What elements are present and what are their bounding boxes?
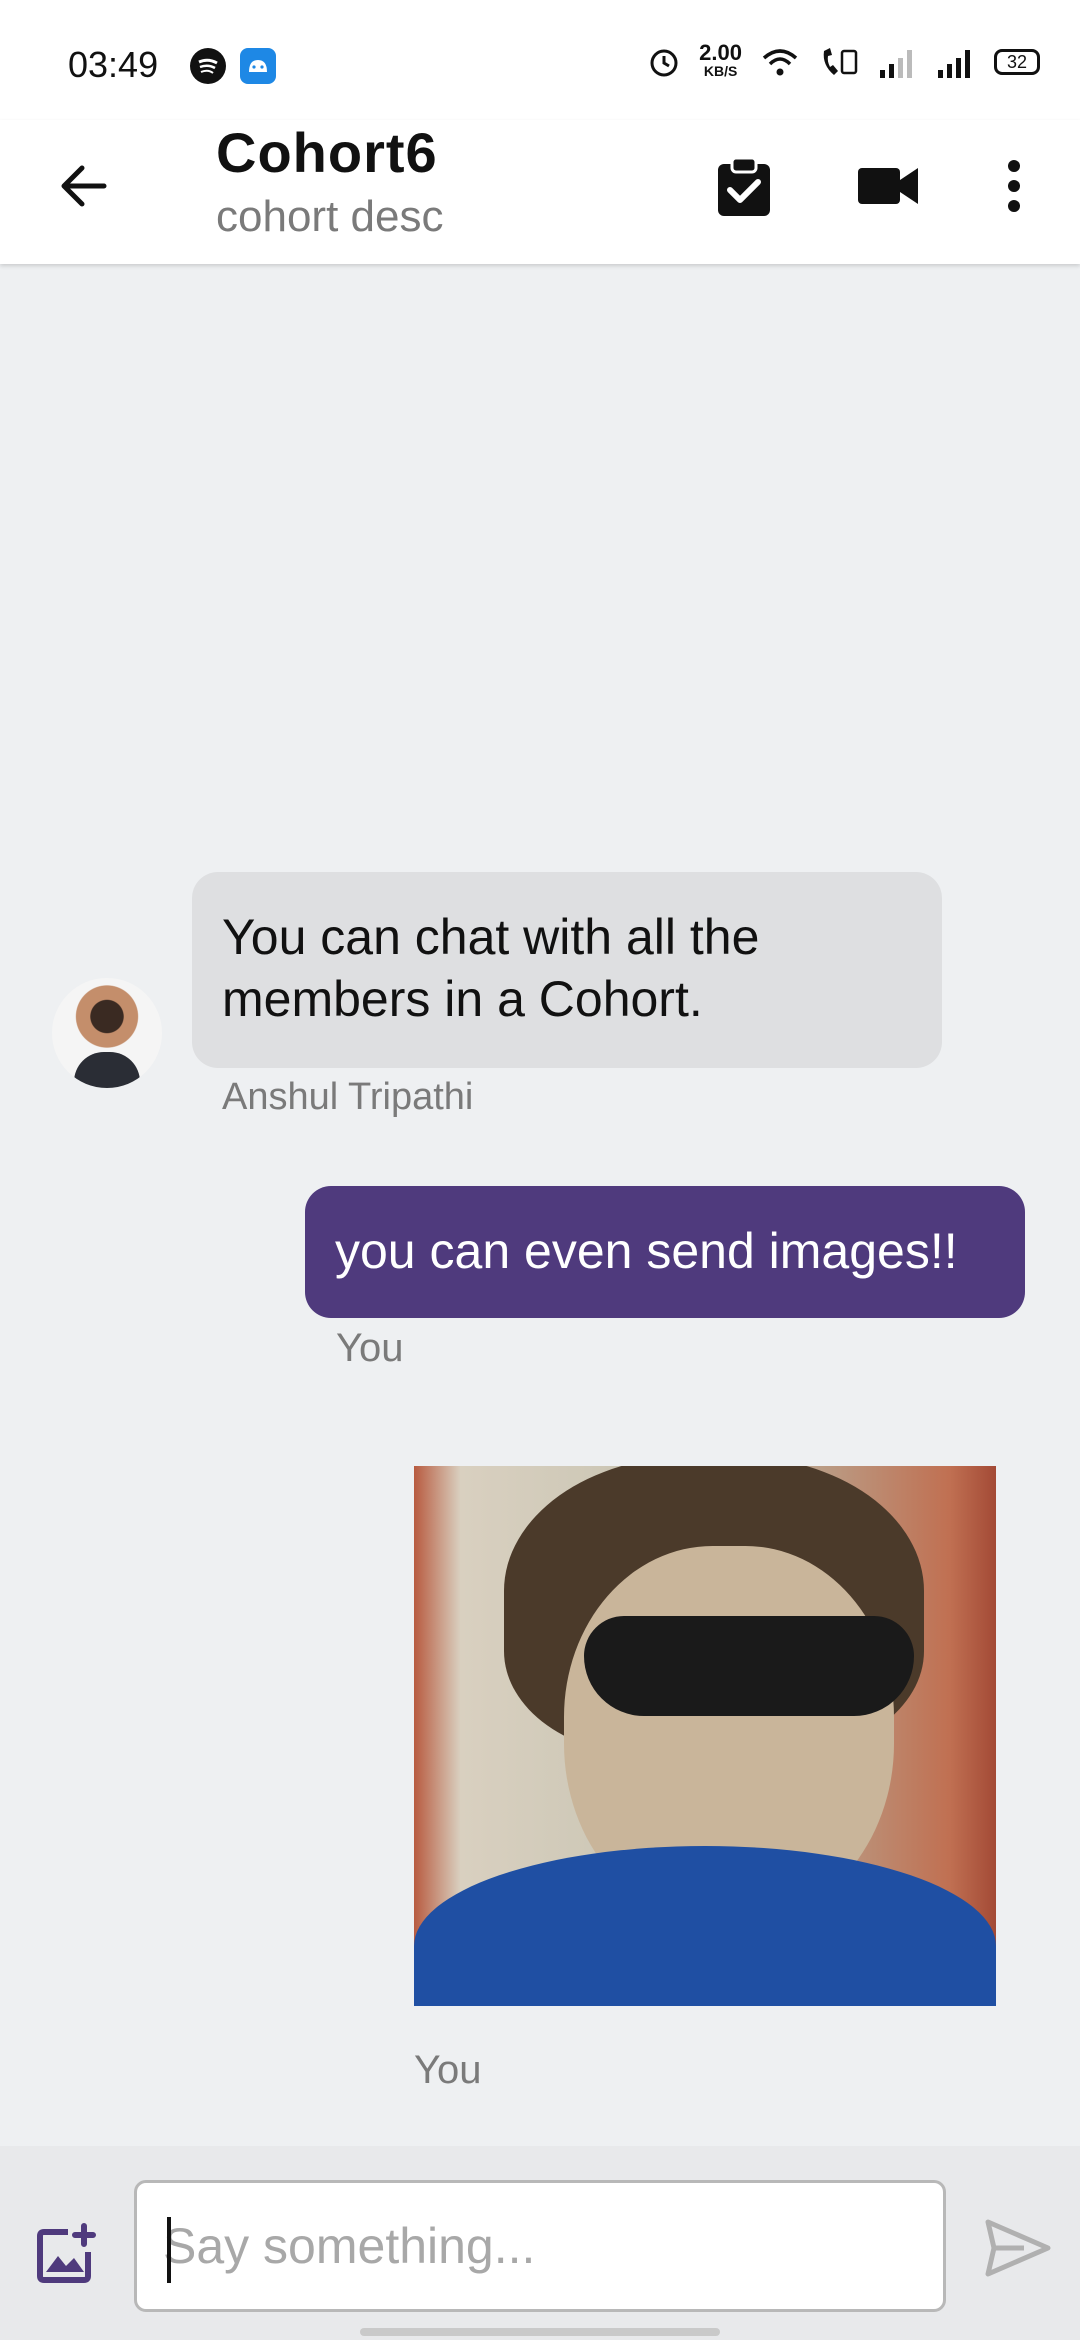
image-message[interactable] <box>414 1466 996 2006</box>
message-sender: You <box>414 2048 482 2092</box>
message-input[interactable] <box>137 2183 943 2309</box>
android-app-icon <box>240 48 276 84</box>
send-icon <box>985 2219 1051 2277</box>
signal-weak-icon <box>880 50 912 78</box>
net-speed-unit: KB/S <box>703 63 738 79</box>
back-button[interactable] <box>48 150 120 222</box>
task-check-icon <box>718 156 770 216</box>
incoming-message-bubble[interactable]: You can chat with all the members in a C… <box>192 872 942 1068</box>
spotify-icon <box>190 48 226 84</box>
alarm-icon <box>650 49 678 77</box>
app-bar: Cohort6 cohort desc <box>0 120 1080 264</box>
net-speed: 2.00 KB/S <box>699 40 742 80</box>
status-bar: 03:49 2.00 KB/S 32 <box>0 0 1080 120</box>
status-icons: 2.00 KB/S 32 <box>647 40 1040 80</box>
text-caret <box>167 2217 171 2283</box>
battery-icon: 32 <box>994 49 1040 75</box>
net-speed-value: 2.00 <box>699 40 742 65</box>
tasks-button[interactable] <box>708 150 780 222</box>
back-arrow-icon <box>61 165 107 207</box>
video-call-icon <box>858 168 918 204</box>
image-content <box>414 1846 996 2006</box>
video-call-button[interactable] <box>852 150 924 222</box>
more-options-button[interactable] <box>978 150 1050 222</box>
message-sender: You <box>336 1326 404 1370</box>
message-input-wrapper <box>134 2180 946 2312</box>
message-sender: Anshul Tripathi <box>222 1076 474 1118</box>
signal-strong-icon <box>938 50 970 78</box>
avatar-shirt <box>74 1052 140 1088</box>
page-subtitle: cohort desc <box>216 192 444 241</box>
more-vert-icon <box>1008 160 1020 212</box>
outgoing-message-bubble[interactable]: you can even send images!! <box>305 1186 1025 1318</box>
avatar[interactable] <box>52 978 162 1088</box>
send-button[interactable] <box>978 2208 1058 2288</box>
image-content <box>584 1616 914 1716</box>
home-indicator <box>360 2328 720 2336</box>
volte-call-icon <box>823 48 858 75</box>
attach-image-button[interactable] <box>28 2212 108 2292</box>
message-composer <box>0 2146 1080 2340</box>
wifi-icon <box>762 49 798 76</box>
page-title: Cohort6 <box>216 121 438 184</box>
add-image-icon <box>37 2223 96 2283</box>
status-time: 03:49 <box>68 44 159 85</box>
